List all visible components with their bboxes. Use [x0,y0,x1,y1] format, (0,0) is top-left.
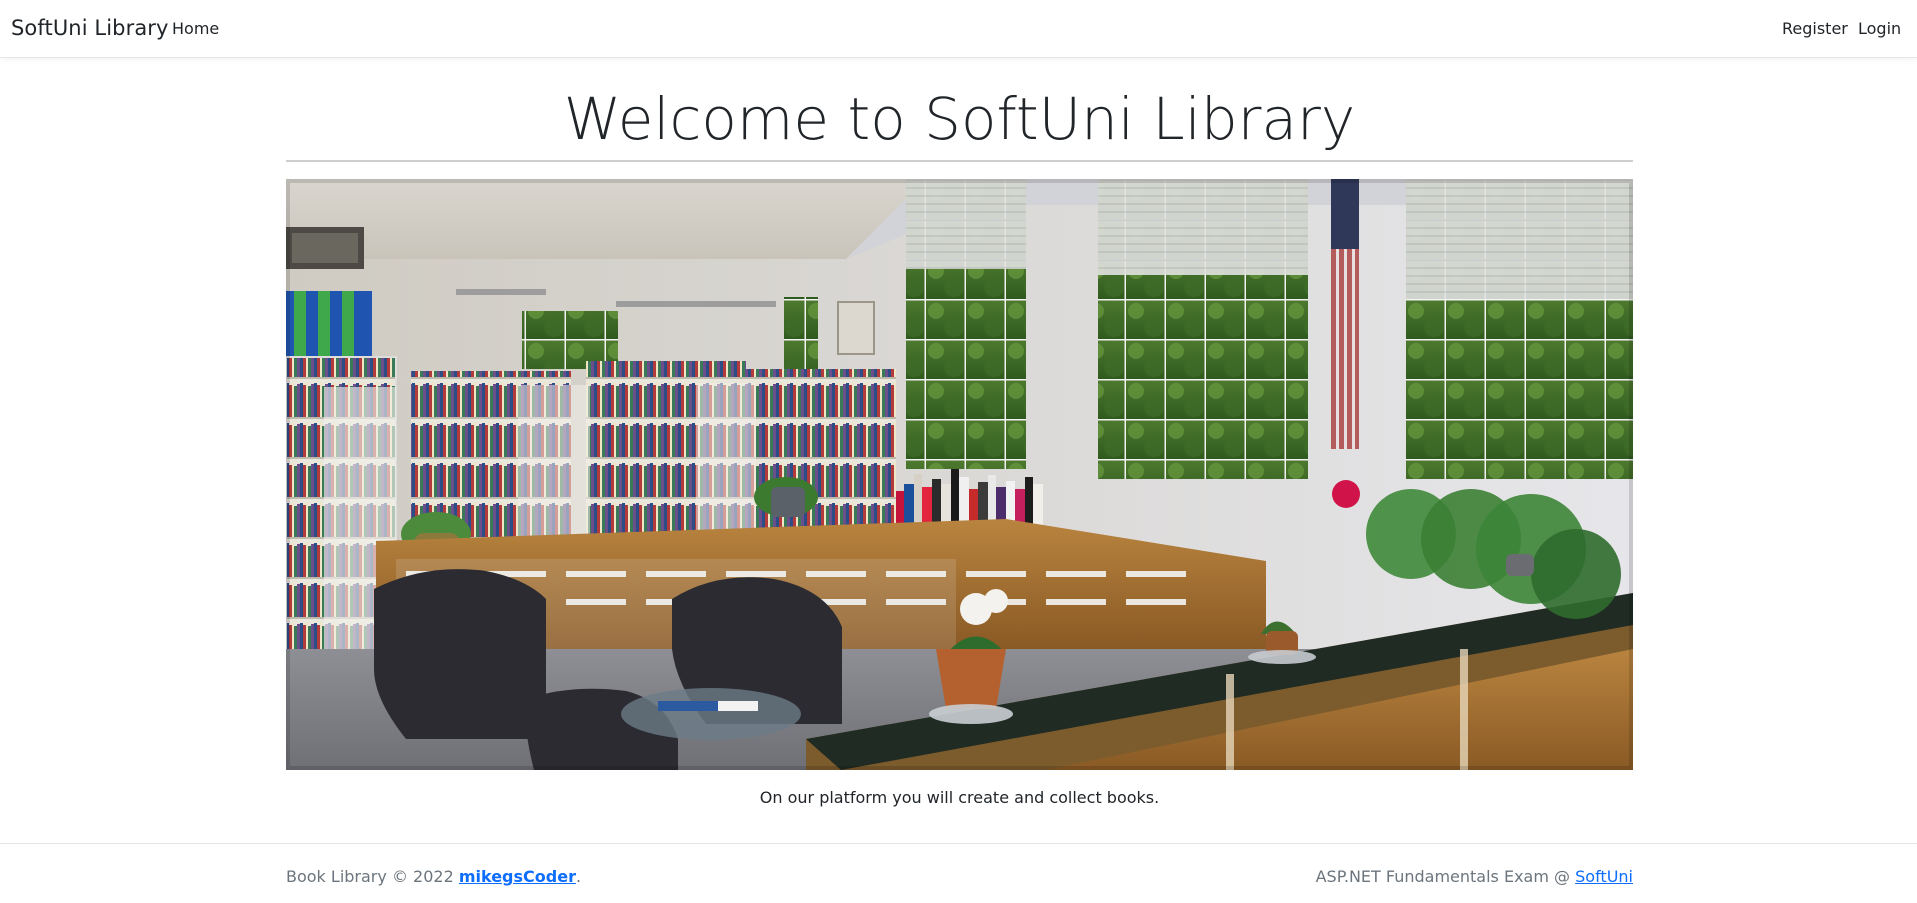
footer-left-suffix: . [575,867,582,886]
nav-login-link[interactable]: Login [1858,19,1901,38]
title-divider [286,160,1633,162]
page-footer: Book Library © 2022 mikegsCoder. ASP.NET… [0,843,1917,903]
footer-right: ASP.NET Fundamentals Exam @ SoftUni [1316,867,1633,886]
library-hero-image [286,179,1633,770]
brand-link[interactable]: SoftUni Library [11,16,169,40]
top-navbar: SoftUni Library Home Register Login [0,0,1917,58]
footer-right-prefix: ASP.NET Fundamentals Exam @ [1315,867,1576,886]
footer-left: Book Library © 2022 mikegsCoder. [286,867,581,886]
page-title: Welcome to SoftUni Library [563,85,1356,153]
footer-left-prefix: Book Library © 2022 [286,867,459,886]
hero-caption: On our platform you will create and coll… [759,788,1160,807]
footer-author-link[interactable]: mikegsCoder [459,867,576,886]
nav-home-link[interactable]: Home [172,19,219,38]
footer-softuni-link[interactable]: SoftUni [1575,867,1633,886]
nav-register-link[interactable]: Register [1782,19,1848,38]
